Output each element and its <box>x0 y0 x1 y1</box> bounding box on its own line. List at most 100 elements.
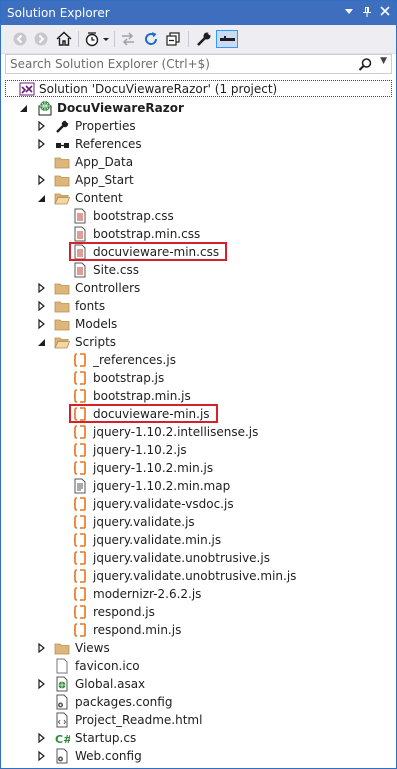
search-box: ▼ <box>5 54 392 74</box>
toolbar <box>1 25 396 54</box>
tree-item[interactable]: respond.min.js <box>1 621 396 639</box>
tree-item[interactable]: Views <box>1 639 396 657</box>
js-file-icon <box>72 352 88 368</box>
tree-item[interactable]: References <box>1 135 396 153</box>
tree-item[interactable]: jquery-1.10.2.min.map <box>1 477 396 495</box>
tree-item-label: jquery.validate-vsdoc.js <box>93 497 234 511</box>
tree-item-label: Scripts <box>75 335 117 349</box>
tree-item[interactable]: jquery.validate.min.js <box>1 531 396 549</box>
tree-item-label: respond.js <box>93 605 155 619</box>
tree-item[interactable]: docuvieware-min.css <box>1 242 396 261</box>
sync-icon[interactable] <box>119 30 137 48</box>
collapsed-arrow-icon[interactable] <box>37 300 47 312</box>
collapsed-arrow-icon[interactable] <box>37 732 47 744</box>
back-icon[interactable] <box>11 30 29 48</box>
tree-item[interactable]: Controllers <box>1 279 396 297</box>
collapsed-arrow-icon[interactable] <box>37 678 47 690</box>
collapsed-arrow-icon[interactable] <box>37 750 47 762</box>
tree-item[interactable]: packages.config <box>1 693 396 711</box>
tree-item[interactable]: Properties <box>1 117 396 135</box>
wrench-icon <box>54 118 70 134</box>
refresh-icon[interactable] <box>142 30 160 48</box>
tree-item[interactable]: _references.js <box>1 351 396 369</box>
folder-open-icon <box>54 190 70 206</box>
collapse-all-icon[interactable] <box>164 30 182 48</box>
tree-item[interactable]: favicon.ico <box>1 657 396 675</box>
close-icon[interactable] <box>377 4 393 20</box>
search-icon[interactable] <box>357 57 373 73</box>
tree-item-label: Site.css <box>93 263 139 277</box>
forward-icon[interactable] <box>32 30 50 48</box>
solution-icon <box>19 81 35 97</box>
tree-item[interactable]: Project_Readme.html <box>1 711 396 729</box>
tree-item[interactable]: jquery.validate.unobtrusive.js <box>1 549 396 567</box>
tree-item[interactable]: Scripts <box>1 333 396 351</box>
solution-node[interactable]: Solution 'DocuViewareRazor' (1 project) <box>1 80 396 98</box>
expanded-arrow-icon[interactable] <box>37 336 47 348</box>
tree-item-label: jquery-1.10.2.js <box>93 443 187 457</box>
project-node[interactable]: DocuViewareRazor <box>1 99 396 117</box>
tree-item[interactable]: jquery.validate.js <box>1 513 396 531</box>
tree-item-label: bootstrap.js <box>93 371 165 385</box>
project-label: DocuViewareRazor <box>57 101 184 115</box>
tree-item[interactable]: fonts <box>1 297 396 315</box>
js-file-icon <box>72 532 88 548</box>
js-file-icon <box>72 514 88 530</box>
toolbar-separator <box>188 31 189 47</box>
history-icon[interactable] <box>84 30 102 48</box>
tree-item[interactable]: jquery.validate-vsdoc.js <box>1 495 396 513</box>
tree-item[interactable]: jquery.validate.unobtrusive.min.js <box>1 567 396 585</box>
collapsed-arrow-icon[interactable] <box>37 174 47 186</box>
history-dropdown-icon[interactable] <box>101 30 111 48</box>
expanded-arrow-icon[interactable] <box>19 102 29 114</box>
tree-item[interactable]: jquery-1.10.2.intellisense.js <box>1 423 396 441</box>
tree-item[interactable]: Web.config <box>1 747 396 765</box>
tree-item[interactable]: Site.css <box>1 261 396 279</box>
collapsed-arrow-icon[interactable] <box>37 138 47 150</box>
collapsed-arrow-icon[interactable] <box>37 120 47 132</box>
home-icon[interactable] <box>55 30 73 48</box>
collapsed-arrow-icon[interactable] <box>37 642 47 654</box>
tree-item[interactable]: Content <box>1 189 396 207</box>
solution-label: Solution 'DocuViewareRazor' (1 project) <box>39 82 278 96</box>
tree-item[interactable]: jquery-1.10.2.min.js <box>1 459 396 477</box>
css-file-icon <box>72 262 88 278</box>
search-options-icon[interactable]: ▼ <box>380 56 387 66</box>
tree-item-label: modernizr-2.6.2.js <box>93 587 202 601</box>
map-file-icon <box>72 478 88 494</box>
folder-icon <box>54 154 70 170</box>
collapsed-arrow-icon[interactable] <box>37 282 47 294</box>
tree-item-label: jquery-1.10.2.min.map <box>93 479 231 493</box>
search-input[interactable] <box>8 56 352 72</box>
js-file-icon <box>72 442 88 458</box>
folder-open-icon <box>54 334 70 350</box>
css-file-icon <box>72 208 88 224</box>
tree-item[interactable]: bootstrap.min.css <box>1 225 396 243</box>
toolbar-separator <box>114 31 115 47</box>
config-file-icon <box>54 694 70 710</box>
highlight-box <box>69 404 218 423</box>
js-file-icon <box>72 568 88 584</box>
tree-item[interactable]: Global.asax <box>1 675 396 693</box>
tree-item[interactable]: bootstrap.css <box>1 207 396 225</box>
js-file-icon <box>72 586 88 602</box>
tree-item[interactable]: bootstrap.js <box>1 369 396 387</box>
properties-wrench-icon[interactable] <box>195 30 213 48</box>
collapsed-arrow-icon[interactable] <box>37 318 47 330</box>
dropdown-arrow-icon[interactable] <box>341 4 357 20</box>
tree-item[interactable]: docuvieware-min.js <box>1 404 396 423</box>
tree-item[interactable]: respond.js <box>1 603 396 621</box>
tree-item[interactable]: jquery-1.10.2.js <box>1 441 396 459</box>
csharp-file-icon: C# <box>54 730 70 746</box>
expanded-arrow-icon[interactable] <box>37 192 47 204</box>
tree-item-label: bootstrap.min.js <box>93 389 191 403</box>
tree-item[interactable]: bootstrap.min.js <box>1 387 396 405</box>
preview-icon[interactable] <box>216 30 238 48</box>
tree-item[interactable]: Models <box>1 315 396 333</box>
tree-item[interactable]: App_Data <box>1 153 396 171</box>
js-file-icon <box>72 460 88 476</box>
tree-item[interactable]: modernizr-2.6.2.js <box>1 585 396 603</box>
pin-icon[interactable] <box>359 4 375 20</box>
tree-item[interactable]: C# Startup.cs <box>1 729 396 747</box>
tree-item[interactable]: App_Start <box>1 171 396 189</box>
